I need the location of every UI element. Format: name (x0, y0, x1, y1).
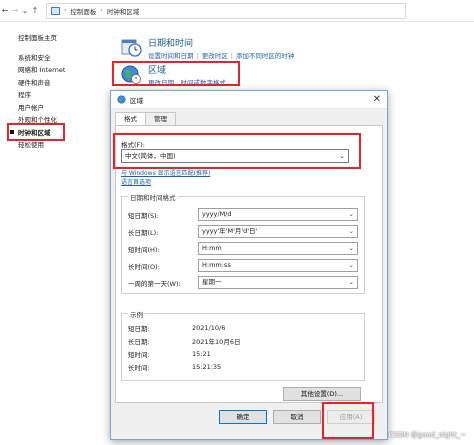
cancel-button[interactable]: 取消 (273, 410, 321, 424)
address-bar: ← → ⌄ ↑ › 控制面板 › 时钟和区域 (0, 0, 474, 22)
dialog-title-bar[interactable]: 区域 (111, 91, 387, 109)
close-icon[interactable]: ✕ (373, 94, 381, 105)
back-arrow-icon[interactable]: ← (0, 6, 10, 15)
first-day-dropdown[interactable]: 星期一 ⌄ (198, 276, 358, 289)
match-display-language-link[interactable]: 与 Windows 显示语言匹配(推荐) (121, 168, 210, 177)
chevron-down-icon: ⌄ (348, 278, 354, 286)
short-date-dropdown[interactable]: yyyy/M/d ⌄ (198, 208, 358, 221)
link-separator: | (230, 52, 233, 60)
forward-arrow-icon[interactable]: → (10, 6, 20, 15)
example-long-date-row: 长日期: 2021年10月6日 (128, 335, 240, 347)
example-long-date-value: 2021年10月6日 (192, 338, 241, 346)
chevron-down-icon: ⌄ (348, 244, 354, 252)
sidebar-item-hardware-sound[interactable]: 硬件和声音 (18, 77, 98, 90)
examples-group-title: 示例 (128, 309, 145, 319)
long-time-dropdown[interactable]: H:mm:ss ⌄ (198, 259, 358, 272)
chevron-down-icon: ⌄ (348, 227, 354, 235)
first-day-label: 一周的第一天(W): (128, 279, 181, 288)
highlight-box-format (113, 133, 361, 169)
clock-calendar-icon (121, 39, 142, 57)
section-date-time-title[interactable]: 日期和时间 (148, 36, 193, 49)
ok-button[interactable]: 确定 (219, 410, 267, 424)
breadcrumb-separator-icon: › (64, 7, 67, 14)
example-short-date-label: 短日期: (128, 325, 150, 333)
example-short-time-value: 15:21 (192, 350, 211, 358)
chevron-down-icon: ⌄ (348, 261, 354, 269)
example-short-date-value: 2021/10/6 (192, 324, 226, 332)
highlight-box-region (112, 61, 240, 86)
dialog-tabs: 格式 管理 (115, 112, 176, 127)
watermark: CSDN @good_night_~ (388, 431, 466, 439)
region-dialog: 区域 ✕ 格式 管理 格式(F): 中文(简体，中国) ⌄ 与 Windows … (110, 90, 388, 440)
control-panel-icon (51, 6, 60, 15)
highlight-box-apply (322, 402, 374, 439)
long-time-value: H:mm:ss (202, 261, 231, 269)
long-time-label: 长时间(O): (128, 262, 160, 271)
example-long-time-value: 15:21:35 (192, 363, 222, 371)
first-day-value: 星期一 (202, 278, 222, 286)
chevron-down-icon: ⌄ (348, 210, 354, 218)
long-date-value: yyyy'年'M'月'd'日' (202, 227, 258, 235)
section-date-time-links: 设置时间和日期 | 更改时区 | 添加不同时区的时钟 (148, 50, 294, 60)
example-long-date-label: 长日期: (128, 338, 150, 346)
link-add-clocks[interactable]: 添加不同时区的时钟 (236, 52, 295, 60)
chevron-down-icon[interactable]: ⌄ (20, 6, 30, 15)
breadcrumb-item-control-panel[interactable]: 控制面板 (70, 6, 96, 16)
short-date-value: yyyy/M/d (202, 210, 232, 218)
example-short-time-label: 短时间: (128, 351, 150, 359)
example-long-time-row: 长时间: 15:21:35 (128, 361, 221, 373)
link-change-timezone[interactable]: 更改时区 (202, 52, 228, 60)
short-time-value: H:mm (202, 244, 222, 252)
language-preferences-link[interactable]: 语言首选项 (121, 177, 151, 186)
long-date-label: 长日期(L): (128, 228, 159, 237)
sidebar-item-user-accounts[interactable]: 用户帐户 (18, 102, 98, 115)
datetime-format-group-title: 日期和时间格式 (128, 192, 178, 202)
short-time-label: 短时间(H): (128, 245, 160, 254)
first-day-row: 一周的第一天(W): (128, 276, 198, 289)
dialog-title: 区域 (130, 96, 143, 105)
link-set-time-date[interactable]: 设置时间和日期 (148, 52, 194, 60)
breadcrumb[interactable]: › 控制面板 › 时钟和区域 (46, 2, 406, 19)
example-short-date-row: 短日期: 2021/10/6 (128, 322, 225, 334)
short-time-dropdown[interactable]: H:mm ⌄ (198, 242, 358, 255)
long-date-row: 长日期(L): (128, 225, 198, 238)
highlight-box-sidebar (7, 123, 65, 141)
example-short-time-row: 短时间: 15:21 (128, 348, 211, 360)
short-date-label: 短日期(S): (128, 211, 159, 220)
other-settings-button[interactable]: 其他设置(D)... (283, 387, 361, 401)
sidebar-home-link[interactable]: 控制面板主页 (18, 32, 98, 45)
long-date-dropdown[interactable]: yyyy'年'M'月'd'日' ⌄ (198, 225, 358, 238)
examples-group: 示例 短日期: 2021/10/6 长日期: 2021年10月6日 短时间: 1… (121, 309, 365, 381)
datetime-format-group: 日期和时间格式 短日期(S): yyyy/M/d ⌄ 长日期(L): yyyy'… (121, 192, 365, 294)
globe-icon (117, 95, 126, 104)
breadcrumb-item-clock-region[interactable]: 时钟和区域 (107, 6, 140, 16)
long-time-row: 长时间(O): (128, 259, 198, 272)
short-time-row: 短时间(H): (128, 242, 198, 255)
sidebar-item-system-security[interactable]: 系统和安全 (18, 52, 98, 65)
short-date-row: 短日期(S): (128, 208, 198, 221)
tab-administrative[interactable]: 管理 (145, 112, 176, 126)
sidebar-item-programs[interactable]: 程序 (18, 89, 98, 102)
example-long-time-label: 长时间: (128, 364, 150, 372)
link-separator: | (196, 52, 199, 60)
sidebar-item-network[interactable]: 网络和 Internet (18, 64, 98, 77)
breadcrumb-separator-icon: › (100, 7, 103, 14)
up-arrow-icon[interactable]: ↑ (30, 6, 40, 15)
